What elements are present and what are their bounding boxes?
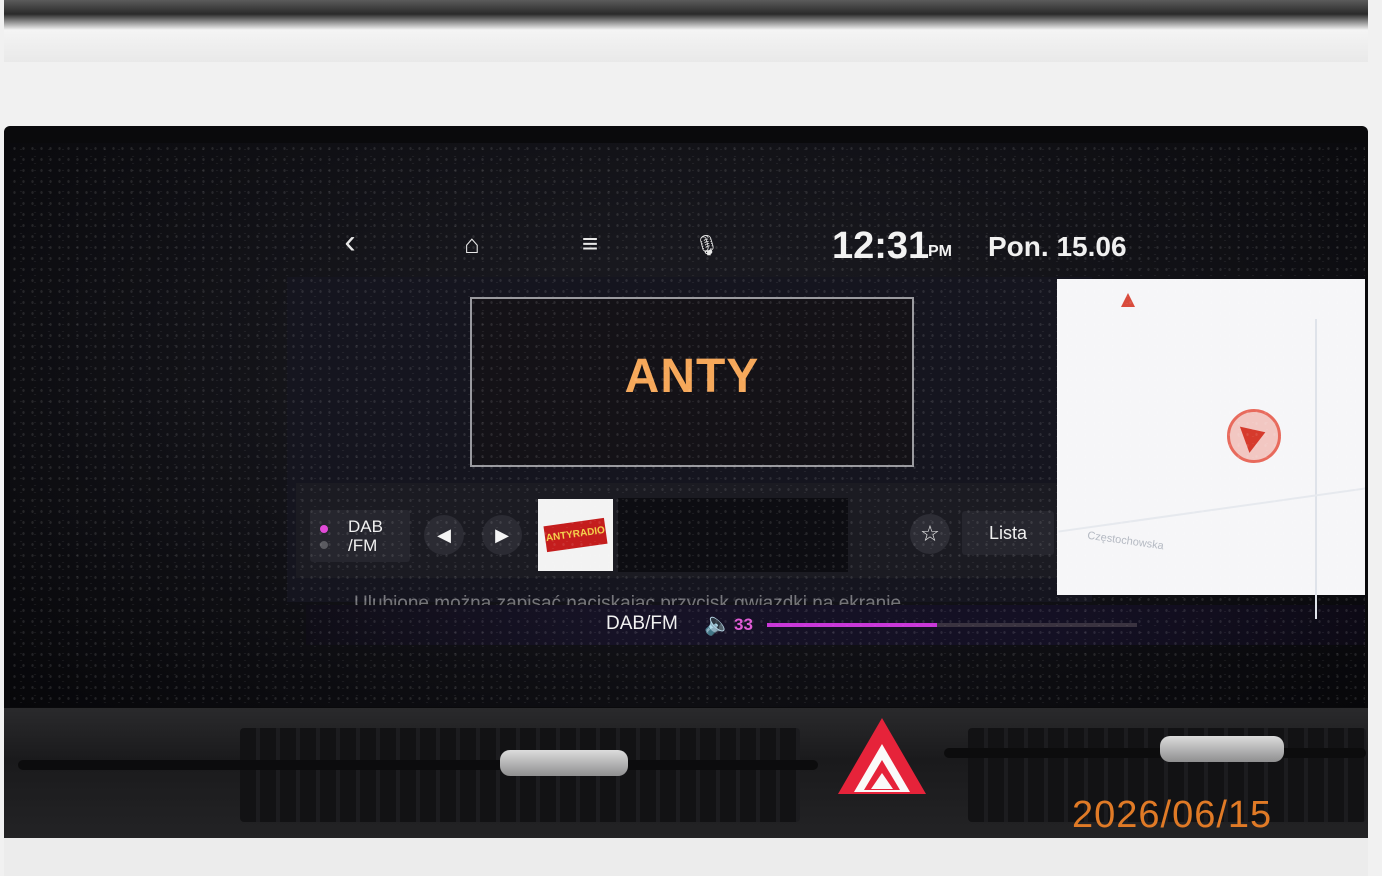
vehicle-position-icon	[1227, 409, 1281, 463]
clock-time: 12:31	[832, 225, 930, 267]
station-display: ANTY	[470, 297, 914, 467]
next-station-button[interactable]: ▶	[482, 515, 522, 555]
next-icon: ▶	[495, 525, 509, 545]
dab-label-line2: /FM	[348, 536, 378, 555]
dab-fm-label: DAB /FM	[348, 517, 383, 555]
back-icon[interactable]: ‹	[330, 225, 370, 259]
previous-icon: ◀	[437, 525, 451, 545]
favorite-button[interactable]: ☆	[910, 514, 950, 554]
right-vent-adjuster[interactable]	[1160, 736, 1284, 762]
station-info-panel	[618, 498, 848, 572]
previous-station-button[interactable]: ◀	[424, 515, 464, 555]
dab-label-line1: DAB	[348, 517, 383, 536]
list-button[interactable]: Lista	[962, 511, 1054, 555]
volume-level-fill	[767, 623, 938, 627]
dab-active-indicator	[320, 525, 328, 533]
speaker-icon: 🔈	[704, 611, 732, 636]
hazard-warning-button[interactable]	[838, 718, 930, 800]
hazard-icon-core	[871, 773, 893, 789]
menu-icon[interactable]: ≡	[570, 229, 610, 259]
infotainment-screen: ‹ ⌂ ≡ 🎙 12:31 PM Pon. 15.06 ANTY DAB /FM…	[10, 143, 1365, 707]
station-logo: ANTYRADIO	[538, 499, 613, 571]
navigation-map-widget[interactable]: Częstochowska	[1057, 279, 1365, 619]
left-vent-adjuster[interactable]	[500, 750, 628, 776]
right-vent-slat	[944, 748, 1366, 758]
map-road	[1315, 319, 1317, 619]
station-logo-text: ANTYRADIO	[543, 517, 608, 553]
map-road	[1058, 487, 1365, 533]
station-name: ANTY	[624, 350, 760, 403]
volume-value: 33	[734, 615, 753, 634]
north-arrow-icon	[1121, 293, 1135, 307]
home-icon[interactable]: ⌂	[452, 229, 492, 259]
map-street-label: Częstochowska	[1086, 529, 1165, 553]
clock-ampm: PM	[928, 243, 952, 260]
status-date: Pon. 15.06	[988, 231, 1127, 262]
left-vent-slat	[18, 760, 818, 770]
current-source-label[interactable]: DAB/FM	[606, 613, 678, 635]
dashboard-top-trim	[4, 0, 1368, 62]
volume-slider[interactable]	[767, 623, 1137, 627]
star-icon: ☆	[920, 521, 940, 546]
fm-inactive-indicator	[320, 541, 328, 549]
dashboard-bottom-trim	[4, 838, 1368, 876]
dab-fm-toggle-button[interactable]: DAB /FM	[310, 510, 410, 562]
photo-timestamp: 2026/06/15	[1072, 794, 1273, 836]
microphone-icon[interactable]: 🎙	[687, 231, 727, 261]
